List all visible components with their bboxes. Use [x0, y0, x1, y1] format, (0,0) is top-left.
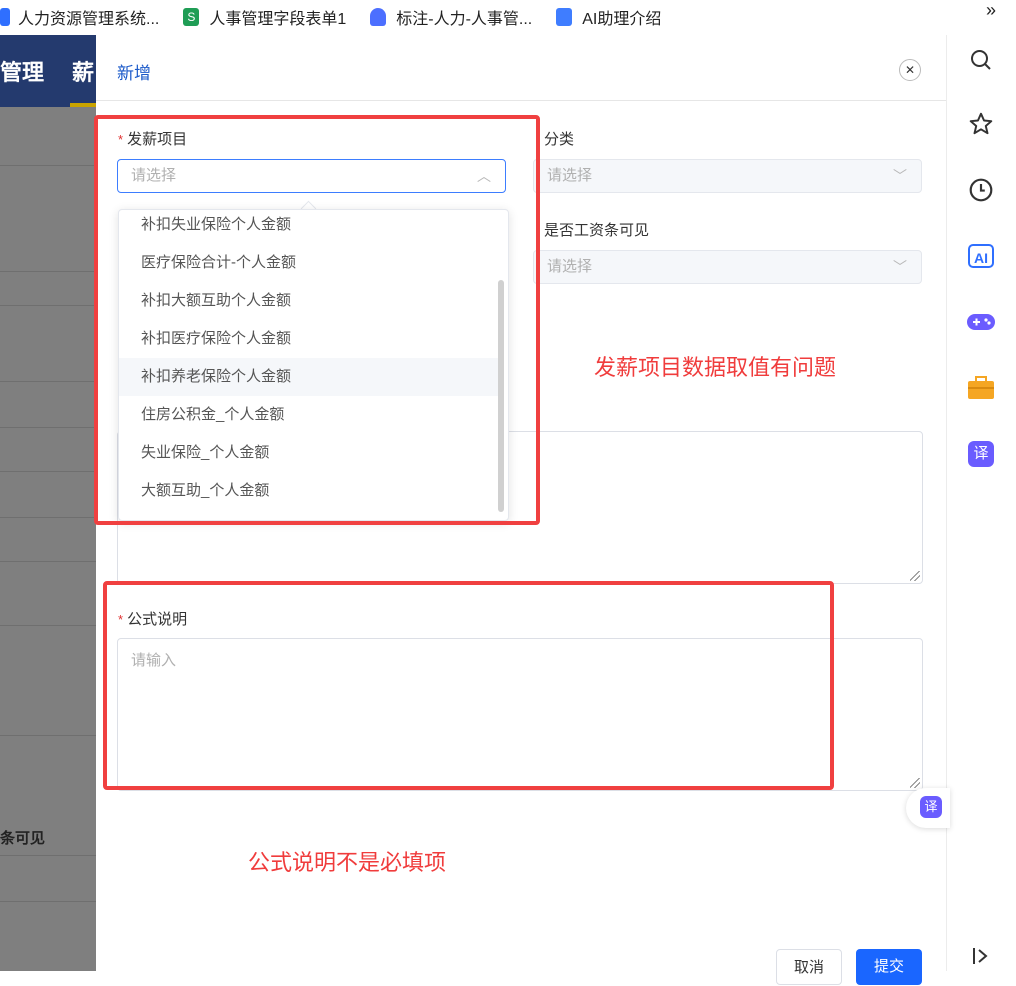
bookmark-label: 人力资源管理系统...	[18, 11, 160, 28]
background-header-text: 管理	[0, 60, 45, 85]
bookmark-personnel-fields[interactable]: S 人事管理字段表单1	[183, 0, 346, 34]
add-drawer: 新增 ✕ * 发薪项目 请选择 ︿ 分类 请选择 ﹀ 是否工资条可见 请选择 ﹀ …	[94, 35, 946, 985]
game-icon[interactable]	[966, 307, 996, 337]
resize-handle[interactable]	[910, 571, 920, 581]
bookmark-icon	[0, 8, 10, 26]
bookmark-label: 人事管理字段表单1	[209, 11, 347, 28]
divider	[0, 271, 96, 272]
chevron-down-icon: ﹀	[893, 168, 907, 184]
drawer-header-divider	[96, 100, 946, 101]
resize-handle[interactable]	[910, 778, 920, 788]
ai-icon[interactable]: AI	[966, 241, 996, 271]
sheet-icon: S	[183, 8, 200, 26]
divider	[0, 561, 96, 562]
translate-icon[interactable]: 译	[966, 439, 996, 469]
payslip-visible-label: 是否工资条可见	[544, 222, 650, 239]
divider	[0, 901, 96, 902]
divider	[0, 735, 96, 736]
divider	[0, 381, 96, 382]
translate-label: 译	[968, 441, 994, 467]
background-header: 管理 薪	[0, 35, 96, 107]
divider	[0, 427, 96, 428]
collapse-icon[interactable]	[966, 941, 996, 971]
ai-label: AI	[968, 244, 994, 268]
drawer-title: 新增	[117, 64, 151, 83]
payslip-visible-placeholder: 请选择	[547, 258, 593, 275]
annotation-note-1: 发薪项目数据取值有问题	[594, 355, 837, 380]
bookmark-hr-system[interactable]: 人力资源管理系统...	[0, 0, 159, 34]
divider	[0, 165, 96, 166]
category-label: 分类	[544, 131, 575, 148]
submit-button[interactable]: 提交	[856, 949, 922, 985]
search-icon[interactable]	[966, 45, 996, 75]
doc-icon	[556, 8, 573, 26]
cancel-button[interactable]: 取消	[776, 949, 842, 985]
annotation-note-2: 公式说明不是必填项	[248, 850, 447, 875]
bookmark-icon	[370, 8, 387, 26]
toolbox-icon[interactable]	[966, 373, 996, 403]
annotation-box-pay-item	[94, 115, 540, 525]
payslip-visible-select[interactable]: 请选择 ﹀	[533, 250, 922, 284]
bookmarks-overflow-icon[interactable]: »	[986, 0, 996, 20]
chevron-down-icon: ﹀	[893, 259, 907, 275]
category-select[interactable]: 请选择 ﹀	[533, 159, 922, 193]
translate-label: 译	[920, 796, 942, 818]
background-app: 管理 薪 条可见	[0, 35, 96, 971]
background-header-tab: 薪	[72, 60, 95, 85]
divider	[0, 625, 96, 626]
divider	[0, 855, 96, 856]
bookmark-annotation[interactable]: 标注-人力-人事管...	[370, 0, 532, 34]
tab-underline	[70, 103, 96, 107]
annotation-box-formula	[103, 581, 834, 790]
bookmark-ai-intro[interactable]: AI助理介绍	[556, 0, 661, 34]
bookmark-bar: 人力资源管理系统... S 人事管理字段表单1 标注-人力-人事管... AI助…	[0, 0, 1016, 34]
history-icon[interactable]	[966, 175, 996, 205]
divider	[0, 517, 96, 518]
browser-sidebar: AI 译	[946, 35, 1016, 971]
divider	[0, 305, 96, 306]
category-placeholder: 请选择	[547, 167, 593, 184]
background-row-text: 条可见	[0, 830, 46, 847]
bookmark-label: 标注-人力-人事管...	[396, 11, 533, 28]
floating-translate-button[interactable]: 译	[906, 788, 950, 828]
star-icon[interactable]	[966, 109, 996, 139]
bookmark-label: AI助理介绍	[582, 11, 662, 28]
close-icon[interactable]: ✕	[899, 59, 921, 81]
divider	[0, 471, 96, 472]
